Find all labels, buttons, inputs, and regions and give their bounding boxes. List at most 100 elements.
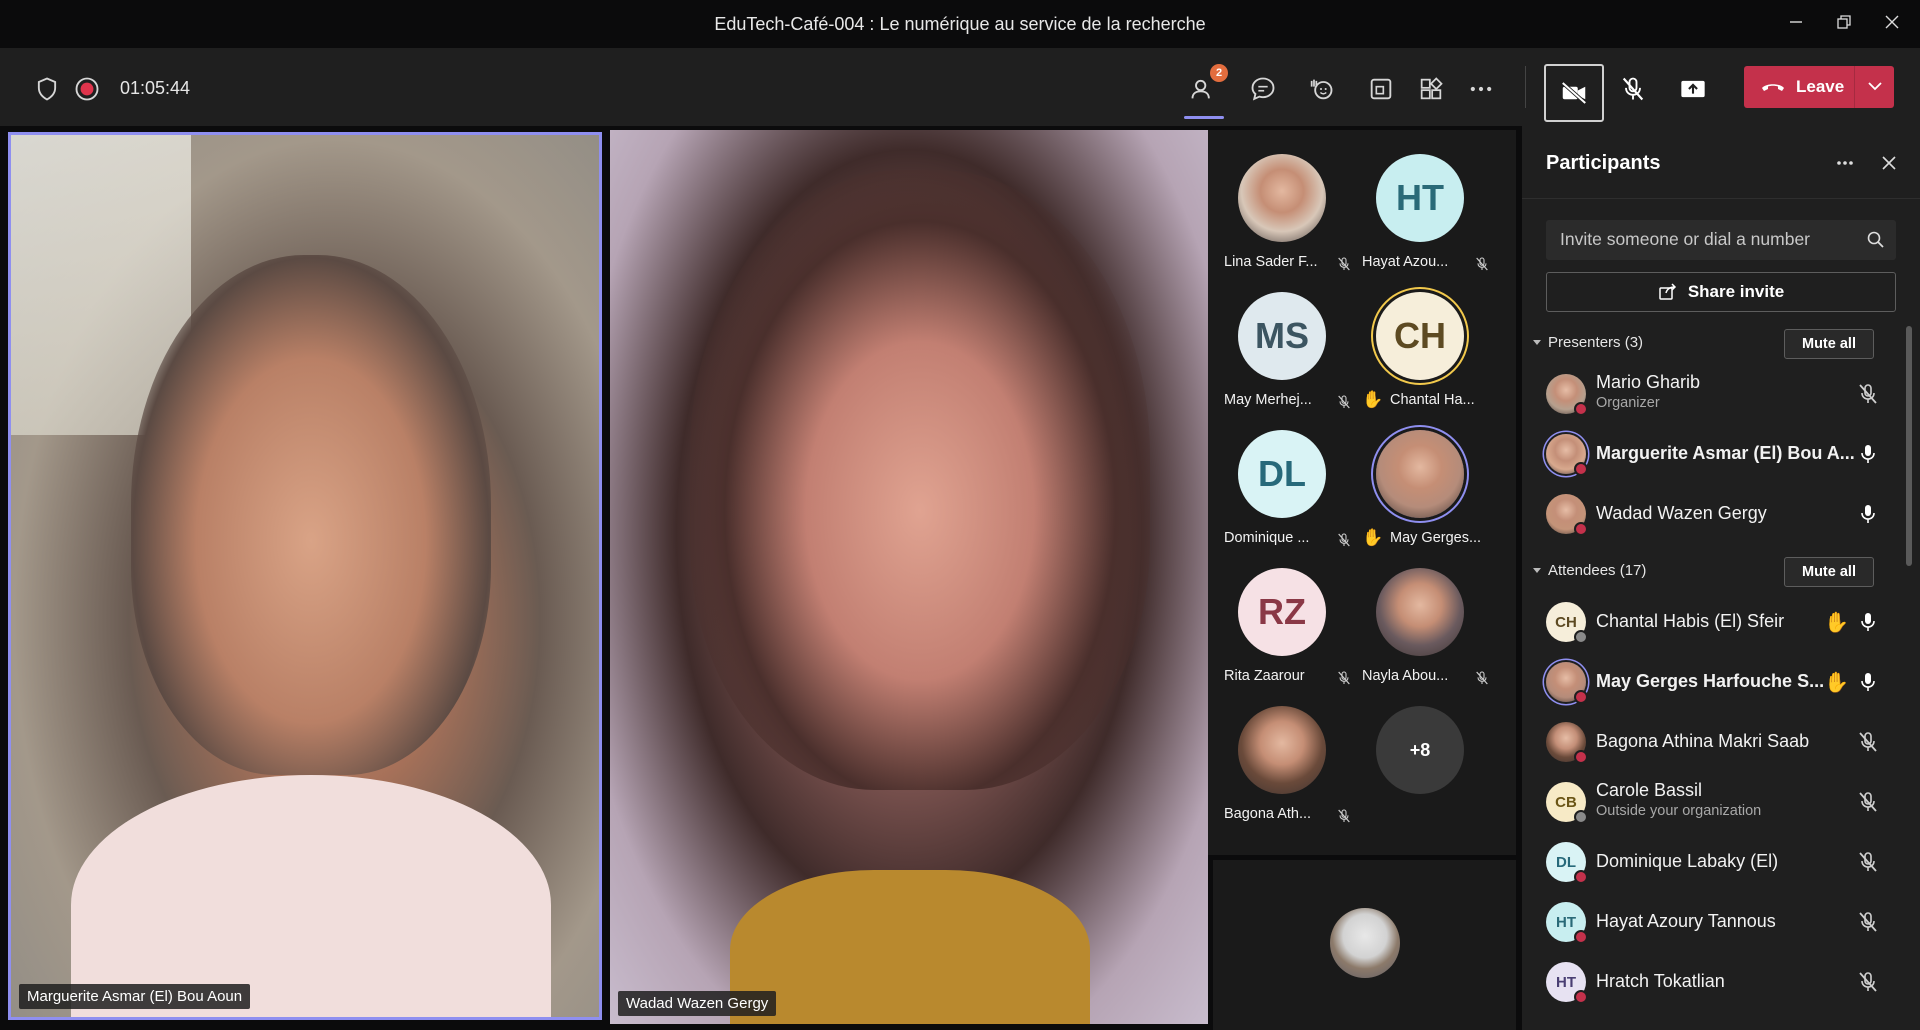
- gallery-avatar[interactable]: MS: [1238, 292, 1326, 380]
- gallery-avatar[interactable]: [1238, 154, 1326, 242]
- collapse-icon: [1533, 568, 1541, 573]
- gallery-name: May Gerges...: [1390, 530, 1482, 546]
- participant-name: Wadad Wazen Gergy: [1596, 503, 1767, 523]
- mic-on-icon[interactable]: [1856, 442, 1880, 466]
- mute-all-attendees-button[interactable]: Mute all: [1784, 557, 1874, 587]
- status-badge: [1574, 630, 1588, 644]
- apps-icon[interactable]: [1412, 70, 1450, 108]
- share-invite-button[interactable]: Share invite: [1546, 272, 1896, 312]
- invite-search-input[interactable]: Invite someone or dial a number: [1546, 220, 1896, 260]
- participant-row[interactable]: May Gerges Harfouche S... ✋: [1522, 656, 1902, 712]
- gallery-avatar[interactable]: DL: [1238, 430, 1326, 518]
- mic-off-icon: [1474, 256, 1490, 272]
- share-screen-icon[interactable]: [1674, 70, 1712, 108]
- speaker-face: [131, 255, 491, 775]
- meeting-toolbar: 01:05:44 2 Leave: [0, 48, 1920, 126]
- video-tile-second[interactable]: Wadad Wazen Gergy: [610, 130, 1208, 1024]
- mic-off-icon[interactable]: [1856, 790, 1880, 814]
- toolbar-divider: [1525, 66, 1526, 108]
- gallery-name: May Merhej...: [1224, 392, 1312, 408]
- collapse-icon: [1533, 340, 1541, 345]
- speaker-name-label: Marguerite Asmar (El) Bou Aoun: [19, 984, 251, 1009]
- participants-panel: Participants Invite someone or dial a nu…: [1522, 126, 1920, 1030]
- self-view-tile[interactable]: [1213, 858, 1516, 1030]
- avatar: HT: [1546, 962, 1588, 1004]
- mic-on-icon[interactable]: [1856, 610, 1880, 634]
- gallery-avatar[interactable]: HT: [1376, 154, 1464, 242]
- restore-icon[interactable]: [1826, 10, 1862, 38]
- participant-row[interactable]: Mario Gharib Organizer: [1522, 368, 1902, 424]
- participant-row[interactable]: DL Dominique Labaky (El): [1522, 836, 1902, 892]
- share-invite-label: Share invite: [1687, 282, 1785, 301]
- avatar: CB: [1546, 782, 1588, 824]
- more-participants-button[interactable]: +8: [1376, 706, 1464, 794]
- mic-on-icon[interactable]: [1856, 502, 1880, 526]
- camera-off-button[interactable]: [1544, 64, 1604, 122]
- participant-gallery: Lina Sader F... HT Hayat Azou... MS May Merh…: [1208, 130, 1516, 855]
- status-badge: [1574, 930, 1588, 944]
- status-badge: [1574, 402, 1588, 416]
- panel-scrollbar[interactable]: [1906, 326, 1912, 566]
- participant-subtitle: Organizer: [1596, 395, 1660, 411]
- gallery-avatar[interactable]: [1238, 706, 1326, 794]
- mic-off-icon[interactable]: [1614, 70, 1652, 108]
- mic-off-icon[interactable]: [1856, 970, 1880, 994]
- mic-off-icon: [1336, 394, 1352, 410]
- gallery-avatar[interactable]: RZ: [1238, 568, 1326, 656]
- second-shirt: [730, 870, 1090, 1024]
- mic-off-icon: [1474, 670, 1490, 686]
- mic-off-icon: [1336, 532, 1352, 548]
- shield-icon[interactable]: [28, 70, 66, 108]
- status-badge: [1574, 810, 1588, 824]
- avatar: CH: [1546, 602, 1588, 644]
- participant-row[interactable]: CB Carole Bassil Outside your organization: [1522, 776, 1902, 832]
- mic-on-icon[interactable]: [1856, 670, 1880, 694]
- panel-more-icon[interactable]: [1830, 148, 1860, 178]
- participant-name: Carole Bassil: [1596, 780, 1703, 800]
- title-bar: EduTech-Café-004 : Le numérique au servi…: [0, 0, 1920, 48]
- avatar: [1546, 374, 1588, 416]
- participant-name: Dominique Labaky (El): [1596, 851, 1779, 871]
- minimize-icon[interactable]: [1778, 10, 1814, 38]
- attendees-header[interactable]: Attendees (17): [1532, 562, 1646, 579]
- participant-name: Marguerite Asmar (El) Bou A...: [1596, 443, 1855, 463]
- mic-off-icon: [1336, 670, 1352, 686]
- avatar: [1546, 434, 1588, 476]
- avatar: [1546, 722, 1588, 764]
- status-badge: [1574, 462, 1588, 476]
- participant-row[interactable]: Wadad Wazen Gergy: [1522, 488, 1902, 544]
- close-panel-icon[interactable]: [1874, 148, 1904, 178]
- participants-badge: 2: [1210, 64, 1228, 82]
- mute-all-presenters-button[interactable]: Mute all: [1784, 329, 1874, 359]
- people-button[interactable]: 2: [1184, 64, 1228, 119]
- gallery-avatar[interactable]: [1376, 568, 1464, 656]
- chat-icon[interactable]: [1244, 70, 1282, 108]
- mic-off-icon[interactable]: [1856, 730, 1880, 754]
- participant-row[interactable]: HT Hayat Azoury Tannous: [1522, 896, 1902, 952]
- avatar: [1546, 494, 1588, 536]
- reactions-icon[interactable]: [1302, 70, 1340, 108]
- participant-row[interactable]: HT Hratch Tokatlian: [1522, 956, 1902, 1012]
- mic-off-icon[interactable]: [1856, 910, 1880, 934]
- mic-off-icon[interactable]: [1856, 850, 1880, 874]
- mic-off-icon[interactable]: [1856, 382, 1880, 406]
- more-options-icon[interactable]: [1462, 70, 1500, 108]
- participant-subtitle: Outside your organization: [1596, 803, 1762, 819]
- participant-row[interactable]: Marguerite Asmar (El) Bou A...: [1522, 428, 1902, 484]
- status-badge: [1574, 990, 1588, 1004]
- participant-row[interactable]: Bagona Athina Makri Saab: [1522, 716, 1902, 772]
- camera-off-icon: [1561, 81, 1587, 105]
- leave-button[interactable]: Leave: [1744, 66, 1894, 108]
- avatar: DL: [1546, 842, 1588, 884]
- raised-hand-icon: ✋: [1824, 672, 1849, 694]
- video-tile-speaker[interactable]: Marguerite Asmar (El) Bou Aoun: [8, 132, 602, 1020]
- presenters-header[interactable]: Presenters (3): [1532, 334, 1643, 351]
- recording-icon: [68, 70, 106, 108]
- gallery-avatar[interactable]: CH: [1376, 292, 1464, 380]
- participant-row[interactable]: CH Chantal Habis (El) Sfeir ✋: [1522, 596, 1902, 652]
- chevron-down-icon[interactable]: [1855, 78, 1894, 96]
- close-window-icon[interactable]: [1874, 10, 1910, 38]
- gallery-avatar[interactable]: [1376, 430, 1464, 518]
- breakout-rooms-icon[interactable]: [1362, 70, 1400, 108]
- share-icon: [1659, 283, 1676, 300]
